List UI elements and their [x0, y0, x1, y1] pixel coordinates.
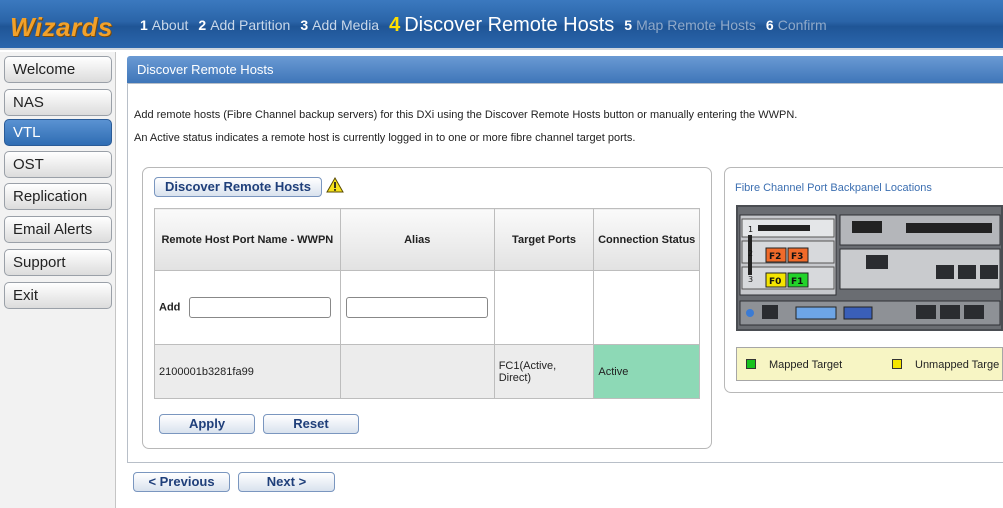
sidebar-item-support[interactable]: Support: [4, 249, 112, 276]
table-row[interactable]: 2100001b3281fa99 FC1(Active, Direct) Act…: [154, 344, 700, 399]
step-discover-remote-hosts[interactable]: 4 Discover Remote Hosts: [389, 14, 614, 37]
wizards-title: Wizards: [10, 12, 113, 42]
column-header-alias: Alias: [339, 208, 495, 271]
mapped-swatch: [746, 359, 756, 369]
column-header-target-ports: Target Ports: [493, 208, 595, 271]
status-cell: [593, 270, 700, 345]
panel-title: Discover Remote Hosts: [127, 56, 1003, 83]
alias-cell: [339, 270, 495, 345]
step-add-partition[interactable]: 2 Add Partition: [198, 17, 290, 33]
slot-label-3: 3: [748, 275, 753, 284]
remote-hosts-table: Remote Host Port Name - WWPN Alias Targe…: [154, 208, 700, 399]
wizard-header: Wizards 1 About 2 Add Partition 3 Add Media…: [0, 0, 1003, 50]
wizard-steps: 1 About 2 Add Partition 3 Add Media 4 Discov…: [140, 0, 837, 50]
add-host-row: Add: [154, 270, 700, 345]
alias-cell: [339, 344, 495, 399]
backpanel-image: 1 2 3 F2 F3 F0 F1: [736, 205, 1003, 331]
target-ports-cell: FC1(Active, Direct): [493, 344, 595, 399]
discover-remote-hosts-button[interactable]: Discover Remote Hosts: [154, 177, 322, 197]
port-label-f2: F2: [769, 252, 781, 262]
sidebar-item-replication[interactable]: Replication: [4, 183, 112, 210]
sidebar-item-email-alerts[interactable]: Email Alerts: [4, 216, 112, 243]
warning-icon: [326, 177, 344, 193]
port-label-f1: F1: [791, 277, 803, 287]
legend-mapped-label: Mapped Target: [769, 359, 843, 371]
port-label-f0: F0: [769, 277, 781, 287]
legend-unmapped-label: Unmapped Targe: [915, 359, 1000, 371]
fc-legend: Mapped Target Unmapped Targe: [736, 347, 1003, 381]
reset-button[interactable]: Reset: [263, 414, 359, 434]
column-header-connection-status: Connection Status: [593, 208, 700, 271]
add-label: Add: [159, 301, 181, 314]
port-label-f3: F3: [791, 252, 803, 262]
sidebar-item-welcome[interactable]: Welcome: [4, 56, 112, 83]
step-confirm: 6 Confirm: [765, 17, 827, 33]
unmapped-swatch: [892, 359, 902, 369]
fc-backpanel-title: Fibre Channel Port Backpanel Locations: [735, 182, 932, 194]
add-cell: Add: [154, 270, 341, 345]
apply-button[interactable]: Apply: [159, 414, 255, 434]
sidebar-item-vtl[interactable]: VTL: [4, 119, 112, 146]
connection-status-cell: Active: [593, 344, 700, 399]
info-text-1: Add remote hosts (Fibre Channel backup s…: [134, 109, 798, 121]
sidebar-item-ost[interactable]: OST: [4, 151, 112, 178]
next-button[interactable]: Next >: [238, 472, 335, 492]
slot-label-1: 1: [748, 225, 753, 234]
sidebar-item-exit[interactable]: Exit: [4, 282, 112, 309]
info-text-2: An Active status indicates a remote host…: [134, 132, 636, 144]
previous-button[interactable]: < Previous: [133, 472, 230, 492]
wwpn-input[interactable]: [189, 297, 332, 318]
step-add-media[interactable]: 3 Add Media: [300, 17, 379, 33]
alias-input[interactable]: [346, 297, 489, 318]
step-map-remote-hosts: 5 Map Remote Hosts: [624, 17, 756, 33]
sidebar: Welcome NAS VTL OST Replication Email Al…: [0, 52, 116, 508]
step-about[interactable]: 1 About: [140, 17, 188, 33]
column-header-wwpn: Remote Host Port Name - WWPN: [154, 208, 341, 271]
sidebar-item-nas[interactable]: NAS: [4, 89, 112, 116]
wwpn-cell: 2100001b3281fa99: [154, 344, 341, 399]
target-ports-cell: [493, 270, 595, 345]
slot-label-2: 2: [748, 249, 753, 258]
